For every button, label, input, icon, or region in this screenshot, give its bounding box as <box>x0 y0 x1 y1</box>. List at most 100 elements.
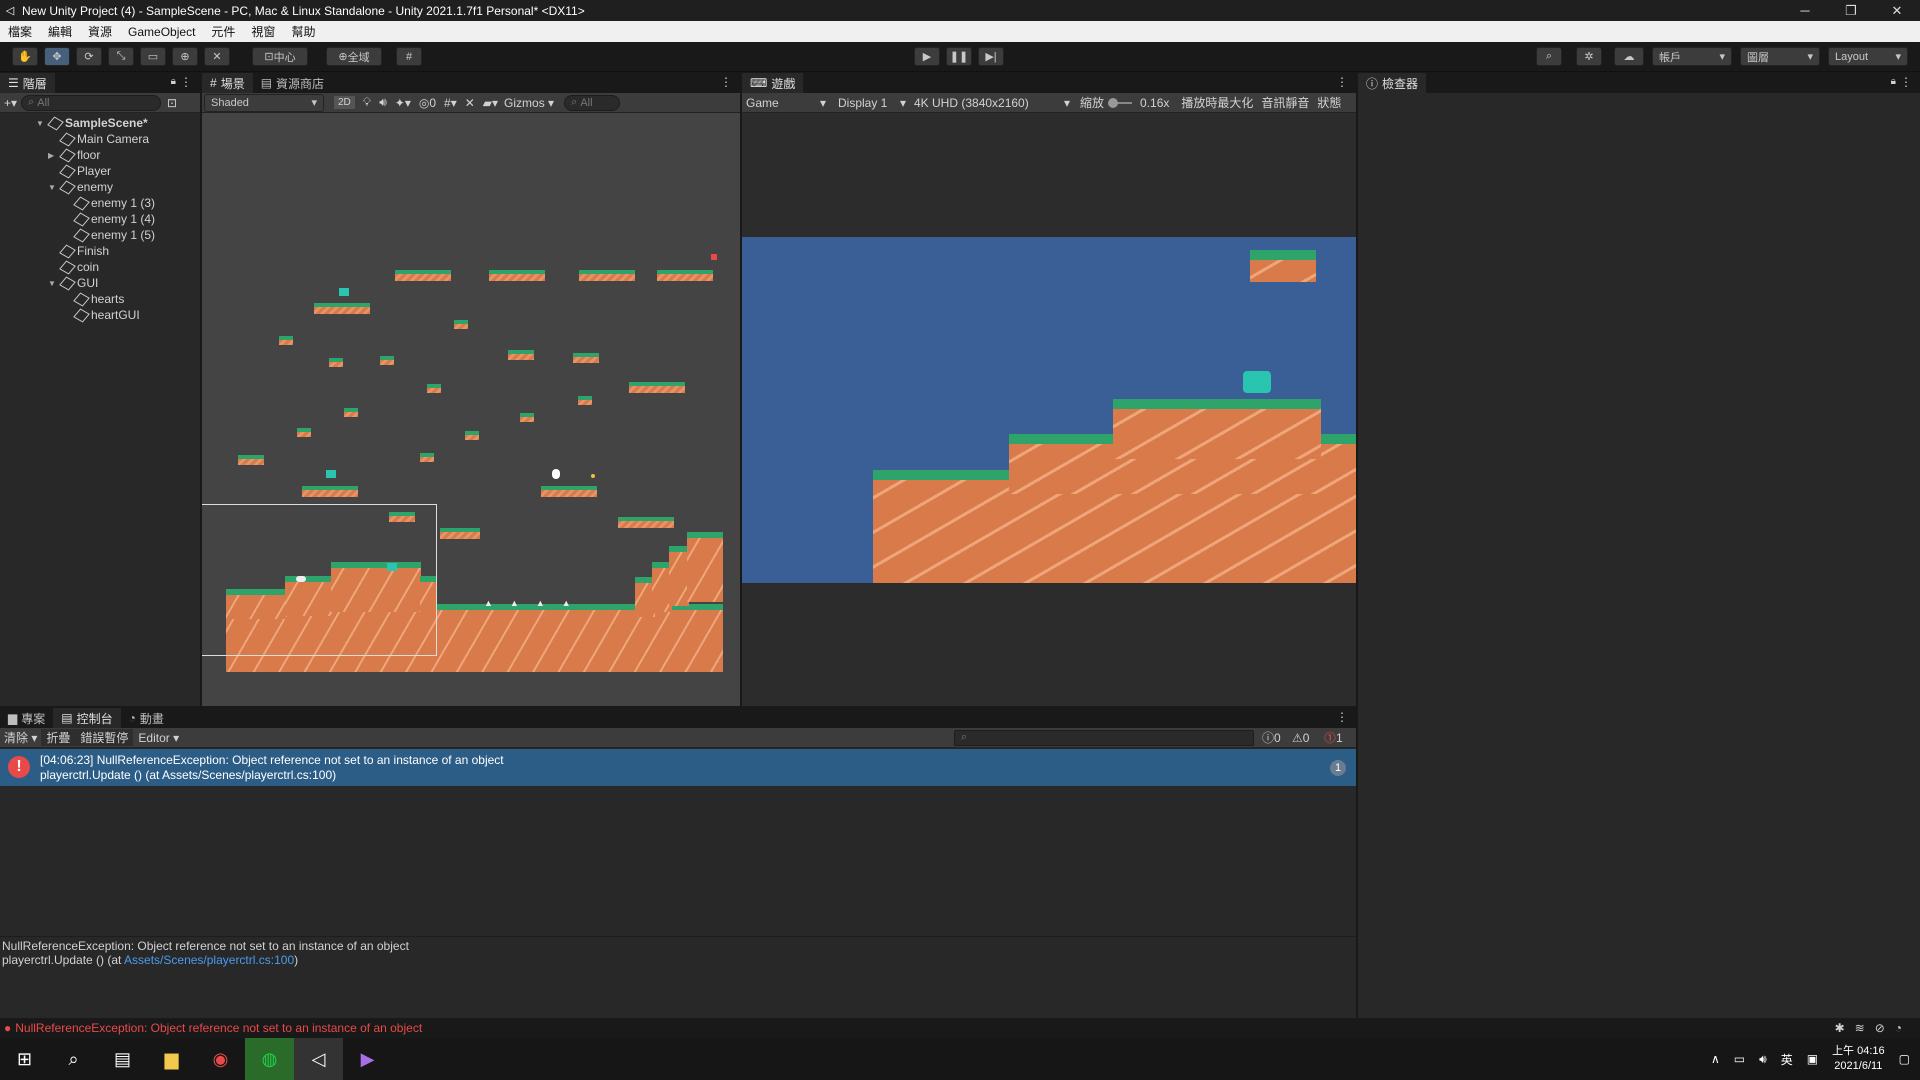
tab-animation[interactable]: ◔ 動畫 <box>121 708 172 728</box>
tab-asset-store[interactable]: ▤ 資源商店 <box>253 73 332 93</box>
unity-icon[interactable]: ◁ <box>294 1038 343 1080</box>
grid-toggle-icon[interactable]: #▾ <box>444 96 457 110</box>
volume-icon[interactable]: 🔊︎ <box>1759 1052 1767 1067</box>
custom-tool-icon[interactable]: ✕ <box>204 47 230 66</box>
global-toggle[interactable]: ⊕ 全域 <box>326 47 382 66</box>
menu-help[interactable]: 幫助 <box>283 23 323 40</box>
move-tool-icon[interactable]: ✥ <box>44 47 70 66</box>
keyboard-icon[interactable]: ▣ <box>1807 1052 1818 1066</box>
transform-tool-icon[interactable]: ⊕ <box>172 47 198 66</box>
scene-viewport[interactable]: ▲▲▲▲ <box>202 114 740 706</box>
hierarchy-item[interactable]: ▶ floor <box>48 147 100 163</box>
hierarchy-item[interactable]: ▼ GUI <box>48 275 98 291</box>
more-icon[interactable]: ⋮ <box>1900 75 1912 89</box>
network-icon[interactable]: ▭ <box>1734 1052 1745 1066</box>
more-icon[interactable]: ⋮ <box>1336 710 1348 724</box>
2d-toggle[interactable]: 2D <box>334 96 355 109</box>
lighting-icon[interactable]: 💡︎ <box>363 95 371 110</box>
game-viewport[interactable] <box>742 237 1356 583</box>
lock-icon[interactable]: 🔒︎ <box>1891 76 1896 87</box>
shading-dropdown[interactable]: Shaded ▾ <box>204 93 324 112</box>
audio-icon[interactable]: 🔊︎ <box>379 95 387 110</box>
hierarchy-item[interactable]: ▼ enemy <box>48 179 113 195</box>
menu-gameobject[interactable]: GameObject <box>120 25 203 39</box>
grid-snap-icon[interactable]: # <box>396 47 422 66</box>
collapse-toggle[interactable]: 折疊 <box>41 729 76 746</box>
resolution-dropdown[interactable]: 4K UHD (3840x2160) ▾ <box>906 96 1070 110</box>
hierarchy-search-input[interactable]: ⌕ All <box>21 94 162 111</box>
gizmos-dropdown[interactable]: Gizmos ▾ <box>504 96 554 110</box>
hierarchy-item[interactable]: Player <box>48 163 111 179</box>
status-message[interactable]: NullReferenceException: Object reference… <box>11 1021 422 1035</box>
close-button[interactable]: ✕ <box>1874 3 1920 19</box>
menu-window[interactable]: 視窗 <box>243 23 283 40</box>
layout-dropdown[interactable]: Layout ▾ <box>1828 47 1908 66</box>
tab-game[interactable]: ⌨ 遊戲 <box>742 73 804 93</box>
warning-count-toggle[interactable]: ⚠0 <box>1292 731 1309 745</box>
network-icon[interactable]: ≋ <box>1855 1021 1875 1035</box>
game-view-dropdown[interactable]: Game ▾ <box>742 96 826 110</box>
menu-assets[interactable]: 資源 <box>80 23 120 40</box>
cache-icon[interactable]: ⊘ <box>1875 1021 1895 1035</box>
lock-icon[interactable]: 🔒︎ <box>171 76 176 87</box>
minimize-button[interactable]: ─ <box>1782 3 1828 18</box>
hierarchy-item[interactable]: hearts <box>62 291 124 307</box>
expand-arrow-icon[interactable]: ▶ <box>48 151 58 160</box>
hierarchy-item[interactable]: enemy 1 (5) <box>62 227 155 243</box>
expand-arrow-icon[interactable]: ▼ <box>48 183 58 192</box>
tab-scene[interactable]: # 場景 <box>202 73 253 93</box>
hierarchy-item[interactable]: enemy 1 (4) <box>62 211 155 227</box>
search-icon[interactable]: ⌕ <box>1536 47 1562 66</box>
expand-arrow-icon[interactable]: ▼ <box>48 279 58 288</box>
clear-button[interactable]: 清除 ▾ <box>0 729 41 746</box>
hierarchy-item[interactable]: coin <box>48 259 99 275</box>
hierarchy-item[interactable]: ▼ SampleScene* <box>36 115 148 131</box>
hierarchy-item[interactable]: Main Camera <box>48 131 149 147</box>
console-log-entry[interactable]: ! [04:06:23] NullReferenceException: Obj… <box>0 749 1356 786</box>
layers-dropdown[interactable]: 圖層 ▾ <box>1740 47 1820 66</box>
tab-hierarchy[interactable]: ☰ 階層 <box>0 73 55 93</box>
tools-icon[interactable]: ✕ <box>465 96 475 110</box>
menu-edit[interactable]: 編輯 <box>40 23 80 40</box>
stack-link[interactable]: Assets/Scenes/playerctrl.cs:100 <box>124 953 294 967</box>
more-icon[interactable]: ⋮ <box>1336 75 1348 89</box>
info-count-toggle[interactable]: ⓘ0 <box>1262 729 1281 746</box>
hierarchy-item[interactable]: enemy 1 (3) <box>62 195 155 211</box>
visual-studio-icon[interactable]: ▶ <box>343 1038 392 1080</box>
hand-tool-icon[interactable]: ✋ <box>12 47 38 66</box>
hierarchy-item[interactable]: Finish <box>48 243 109 259</box>
filter-icon[interactable]: ⊡ <box>161 96 177 110</box>
task-view-icon[interactable]: ▤ <box>98 1038 147 1080</box>
tray-chevron-up-icon[interactable]: ∧ <box>1711 1052 1720 1066</box>
scene-search-input[interactable]: ⌕ All <box>564 94 621 111</box>
restore-button[interactable]: ❐ <box>1828 3 1874 19</box>
tab-project[interactable]: ▆ 專案 <box>0 708 53 728</box>
maximize-on-play-toggle[interactable]: 播放時最大化 <box>1169 94 1253 111</box>
ime-indicator[interactable]: 英 <box>1781 1051 1793 1068</box>
tab-console[interactable]: ▤ 控制台 <box>53 708 121 728</box>
add-icon[interactable]: +▾ <box>0 96 21 110</box>
clock[interactable]: 上午 04:16 2021/6/11 <box>1832 1044 1885 1074</box>
mute-audio-toggle[interactable]: 音訊靜音 <box>1253 94 1309 111</box>
pause-button[interactable]: ❚❚ <box>946 47 972 66</box>
more-icon[interactable]: ⋮ <box>180 75 192 89</box>
hierarchy-item[interactable]: heartGUI <box>62 307 140 323</box>
search-icon[interactable]: ⌕ <box>49 1038 98 1080</box>
bug-icon[interactable]: ✱ <box>1835 1021 1855 1035</box>
notification-icon[interactable]: ▢ <box>1899 1052 1910 1066</box>
rect-tool-icon[interactable]: ▭ <box>140 47 166 66</box>
camera-icon[interactable]: ▰▾ <box>483 96 498 110</box>
step-button[interactable]: ▶| <box>978 47 1004 66</box>
pivot-toggle[interactable]: ⊡ 中心 <box>252 47 308 66</box>
menu-file[interactable]: 檔案 <box>0 23 40 40</box>
editor-dropdown[interactable]: Editor ▾ <box>133 731 184 745</box>
console-search-input[interactable]: ⌕ <box>954 729 1254 746</box>
progress-icon[interactable]: ◔ <box>1895 1021 1912 1035</box>
error-pause-toggle[interactable]: 錯誤暫停 <box>75 729 134 746</box>
file-explorer-icon[interactable]: ▆ <box>147 1038 196 1080</box>
cloud-icon[interactable]: ☁ <box>1614 47 1644 66</box>
chrome-icon[interactable]: ◉ <box>196 1038 245 1080</box>
windows-start-icon[interactable]: ⊞ <box>0 1038 49 1080</box>
error-count-toggle[interactable]: ⓵1 <box>1324 729 1343 746</box>
more-icon[interactable]: ⋮ <box>720 75 732 89</box>
